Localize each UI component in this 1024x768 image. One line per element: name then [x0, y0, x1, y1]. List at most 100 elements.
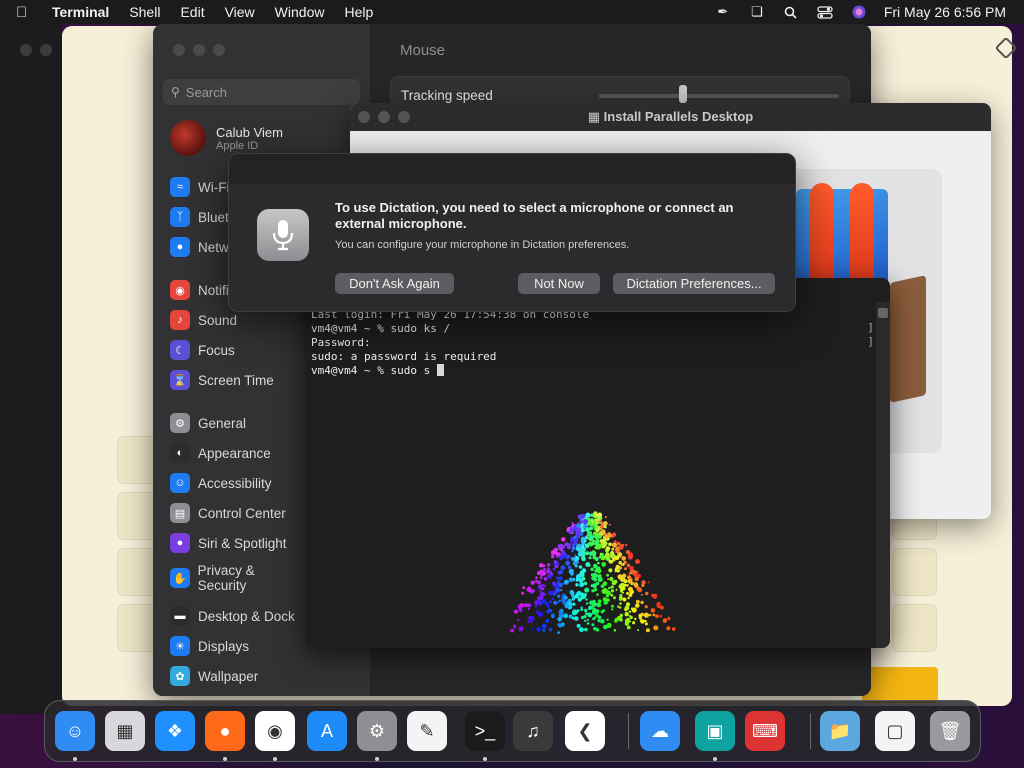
particle: [597, 512, 603, 518]
particle: [632, 621, 636, 625]
sidebar-item-siri-spotlight[interactable]: ● Siri & Spotlight: [170, 533, 287, 553]
menu-window[interactable]: Window: [275, 4, 325, 20]
menu-view[interactable]: View: [225, 4, 255, 20]
sidebar-item-control-center[interactable]: ▤ Control Center: [170, 503, 286, 523]
particle: [644, 622, 648, 626]
particle: [594, 516, 598, 520]
particle: [597, 576, 603, 582]
siri-icon[interactable]: [850, 5, 868, 19]
settings-icon[interactable]: ⚙: [357, 711, 397, 751]
guitar-icon[interactable]: ♫: [513, 711, 553, 751]
particle: [593, 588, 598, 592]
slider-knob[interactable]: [679, 85, 687, 103]
particle: [602, 609, 606, 613]
particle: [580, 592, 585, 597]
particle: [513, 625, 517, 629]
sidebar-item-label: Sound: [198, 312, 238, 328]
terminal-output[interactable]: Last login: Fri May 26 17:54:38 on conso…: [311, 308, 589, 378]
folder-icon[interactable]: 📁: [820, 711, 860, 751]
sidebar-item-accessibility[interactable]: ☺ Accessibility: [170, 473, 272, 493]
particle: [593, 573, 598, 577]
apple-logo-icon[interactable]: : [16, 4, 38, 21]
firefox-icon[interactable]: ●: [205, 711, 245, 751]
window-switch-icon[interactable]: ❏: [748, 4, 766, 19]
sidebar-item-label: General: [198, 415, 247, 431]
particle: [548, 590, 553, 596]
menu-terminal[interactable]: Terminal: [52, 4, 109, 20]
dock-separator: [628, 713, 629, 749]
particle: [596, 544, 601, 550]
particle: [568, 568, 574, 574]
particle: [578, 565, 583, 569]
sidebar-item-screen-time[interactable]: ⌛ Screen Time: [170, 370, 274, 390]
sidebar-item-general[interactable]: ⚙ General: [170, 413, 246, 433]
particle: [656, 603, 661, 609]
dock: ☺ ▦ ❖ ● ◉ A ⚙ ✎ >_ ♫ ❮ ☁ ▣ ⌨ 📁 ▢ 🗑: [44, 700, 981, 762]
textedit-icon[interactable]: ✎: [407, 711, 447, 751]
particle: [554, 551, 558, 555]
running-indicator: [223, 757, 227, 761]
chrome-icon[interactable]: ◉: [255, 711, 295, 751]
particle: [590, 573, 594, 577]
menu-shell[interactable]: Shell: [129, 4, 160, 20]
particle: [597, 561, 600, 565]
dictation-preferences-button[interactable]: Dictation Preferences...: [613, 273, 775, 294]
sidebar-item-wi-fi[interactable]: ≈ Wi-Fi: [170, 177, 229, 197]
particle: [579, 627, 584, 633]
particle: [517, 604, 522, 609]
search-icon[interactable]: [782, 5, 800, 19]
particle: [610, 585, 614, 589]
parallels-icon[interactable]: ▣: [695, 711, 735, 751]
line-marker: ]: [867, 321, 874, 334]
running-indicator: [483, 757, 487, 761]
particle: [565, 560, 571, 566]
sidebar-item-displays[interactable]: ☀ Displays: [170, 636, 249, 656]
launchpad-icon[interactable]: ▦: [105, 711, 145, 751]
particle: [571, 546, 576, 550]
scrollbar[interactable]: [876, 302, 890, 648]
app-store-icon[interactable]: A: [307, 711, 347, 751]
not-now-button[interactable]: Not Now: [518, 273, 600, 294]
wifi-icon: ≈: [170, 177, 190, 197]
vscode-icon[interactable]: ❮: [565, 711, 605, 751]
particle: [551, 615, 555, 619]
sidebar-item-focus[interactable]: ☾ Focus: [170, 340, 235, 360]
particle: [628, 572, 631, 575]
menu-edit[interactable]: Edit: [180, 4, 204, 20]
siri-icon: ●: [170, 533, 190, 553]
sidebar-item-sound[interactable]: ♪ Sound: [170, 310, 237, 330]
sidebar-item-desktop-dock[interactable]: ▬ Desktop & Dock: [170, 606, 295, 626]
particle: [580, 513, 585, 519]
continue-button-partial[interactable]: [862, 667, 938, 703]
bell-icon: ◉: [170, 280, 190, 300]
control-center-icon[interactable]: [816, 5, 834, 19]
safari-icon[interactable]: ❖: [155, 711, 195, 751]
package-icon: ▦: [587, 109, 601, 124]
pen-icon[interactable]: ✒: [714, 4, 732, 19]
weather-icon[interactable]: ☁: [640, 711, 680, 751]
keyboard-icon[interactable]: ⌨: [745, 711, 785, 751]
clock[interactable]: Fri May 26 6:56 PM: [884, 4, 1006, 20]
menu-help[interactable]: Help: [344, 4, 373, 20]
trash-icon[interactable]: 🗑: [930, 711, 970, 751]
particle: [645, 591, 649, 596]
particle: [659, 614, 662, 618]
tracking-speed-slider[interactable]: [599, 94, 839, 98]
terminal-icon[interactable]: >_: [465, 711, 505, 751]
sidebar-item-appearance[interactable]: ◐ Appearance: [170, 443, 271, 463]
running-indicator: [273, 757, 277, 761]
scroll-button[interactable]: [878, 308, 888, 318]
particle: [558, 599, 561, 602]
particle: [542, 629, 546, 632]
screenshot-icon[interactable]: ▢: [875, 711, 915, 751]
dont-ask-again-button[interactable]: Don't Ask Again: [335, 273, 454, 294]
particle: [628, 610, 632, 613]
sidebar-item-wallpaper[interactable]: ✿ Wallpaper: [170, 666, 258, 686]
particle: [560, 589, 563, 592]
particle: [611, 580, 617, 586]
particle: [542, 564, 546, 568]
finder-icon[interactable]: ☺: [55, 711, 95, 751]
sidebar-item-privacy-security[interactable]: ✋ Privacy & Security: [170, 563, 305, 593]
particle: [552, 567, 556, 571]
particle: [632, 570, 637, 574]
